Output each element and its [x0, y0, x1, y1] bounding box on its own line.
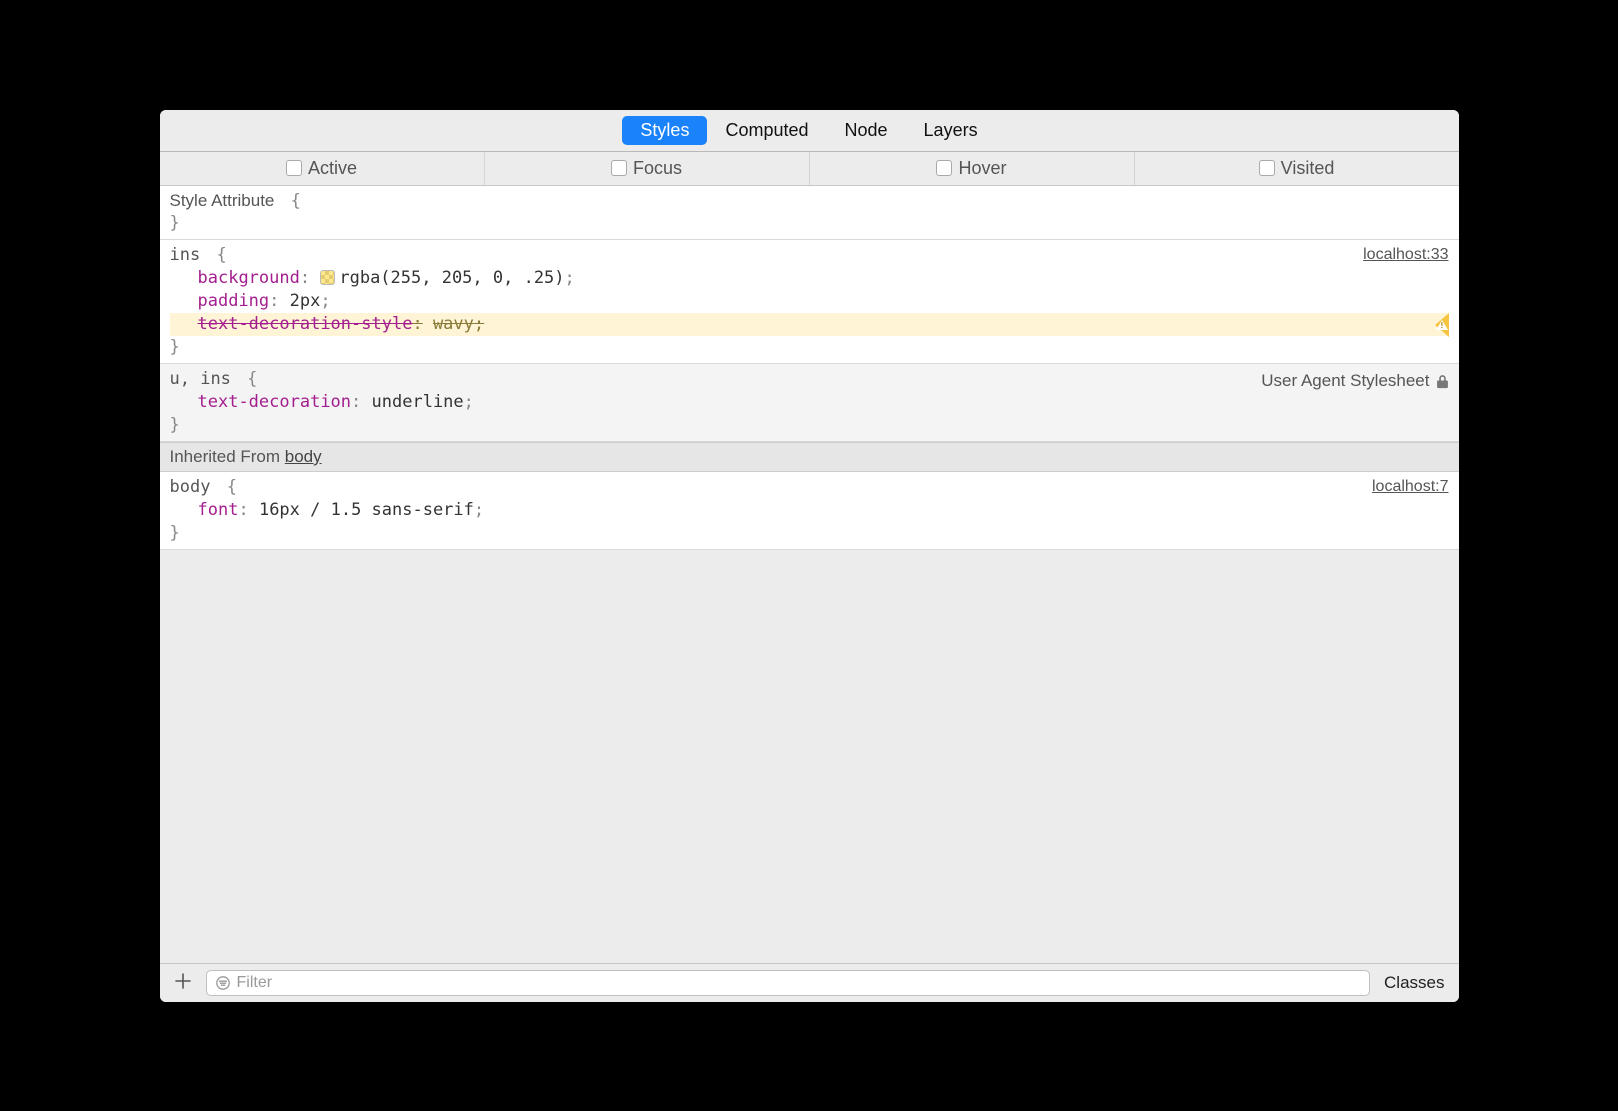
tab-node[interactable]: Node — [827, 116, 906, 145]
semi: ; — [565, 268, 575, 288]
decl-padding[interactable]: padding: 2px; — [170, 290, 1449, 313]
colon: : — [269, 291, 279, 311]
pseudo-class-bar: Active Focus Hover Visited — [160, 152, 1459, 186]
decl-background[interactable]: background: rgba(255, 205, 0, .25); — [170, 267, 1449, 290]
semi: ; — [474, 500, 484, 520]
prop[interactable]: background — [198, 268, 300, 288]
pseudo-focus-label: Focus — [633, 158, 682, 179]
inherited-element-link[interactable]: body — [285, 447, 322, 466]
val[interactable]: rgba(255, 205, 0, .25) — [339, 268, 564, 288]
classes-button[interactable]: Classes — [1380, 971, 1448, 995]
filter-icon — [215, 975, 231, 991]
filter-field[interactable] — [206, 970, 1371, 996]
tab-layers[interactable]: Layers — [906, 116, 996, 145]
decl-text-decoration: text-decoration: underline; — [170, 391, 1449, 414]
open-brace: { — [291, 191, 301, 211]
user-agent-label: User Agent Stylesheet — [1261, 370, 1448, 393]
pseudo-visited-checkbox[interactable] — [1259, 160, 1275, 176]
warning-icon[interactable] — [1427, 313, 1449, 336]
rule-body[interactable]: localhost:7 body { font: 16px / 1.5 sans… — [160, 472, 1459, 550]
decl-text-decoration-style-invalid[interactable]: text-decoration-style: wavy; — [170, 313, 1449, 336]
colon: : — [238, 500, 248, 520]
colon: : — [300, 268, 310, 288]
rule-ins[interactable]: localhost:33 ins { background: rgba(255,… — [160, 240, 1459, 364]
semi: ; — [464, 392, 474, 412]
pseudo-active-checkbox[interactable] — [286, 160, 302, 176]
semi: ; — [320, 291, 330, 311]
rule-user-agent-u-ins[interactable]: User Agent Stylesheet u, ins { text-deco… — [160, 364, 1459, 442]
colon: : — [412, 314, 422, 334]
close-brace: } — [170, 523, 180, 543]
pseudo-visited-label: Visited — [1281, 158, 1335, 179]
bottom-bar: Classes — [160, 963, 1459, 1002]
style-attribute-header: Style Attribute — [170, 191, 275, 210]
val: underline — [372, 392, 464, 412]
open-brace: { — [227, 477, 237, 497]
open-brace: { — [216, 245, 226, 265]
selector-ins[interactable]: ins — [170, 245, 201, 265]
tabbar: Styles Computed Node Layers — [160, 110, 1459, 152]
pseudo-visited[interactable]: Visited — [1135, 152, 1459, 185]
rules-list: Style Attribute { } localhost:33 ins { b… — [160, 186, 1459, 963]
plus-icon — [174, 970, 192, 996]
colon: : — [351, 392, 361, 412]
prop[interactable]: text-decoration-style — [198, 314, 413, 334]
semi: ; — [474, 314, 484, 334]
close-brace: } — [170, 337, 180, 357]
new-rule-button[interactable] — [170, 970, 196, 996]
color-swatch-icon[interactable] — [320, 270, 335, 285]
close-brace: } — [170, 213, 180, 233]
ua-text: User Agent Stylesheet — [1261, 370, 1429, 393]
selector-u-ins: u, ins — [170, 369, 231, 389]
pseudo-hover[interactable]: Hover — [810, 152, 1135, 185]
val[interactable]: 16px / 1.5 sans-serif — [259, 500, 474, 520]
pseudo-focus-checkbox[interactable] — [611, 160, 627, 176]
inherited-from-header: Inherited From body — [160, 442, 1459, 472]
pseudo-active[interactable]: Active — [160, 152, 485, 185]
tab-computed[interactable]: Computed — [707, 116, 826, 145]
lock-icon — [1436, 374, 1449, 389]
pseudo-hover-label: Hover — [958, 158, 1006, 179]
inherited-label: Inherited From — [170, 447, 285, 466]
close-brace: } — [170, 415, 180, 435]
pseudo-focus[interactable]: Focus — [485, 152, 810, 185]
styles-panel: Styles Computed Node Layers Active Focus… — [160, 110, 1459, 1002]
source-link-ins[interactable]: localhost:33 — [1363, 244, 1448, 266]
prop[interactable]: font — [198, 500, 239, 520]
selector-body[interactable]: body — [170, 477, 211, 497]
tab-styles[interactable]: Styles — [622, 116, 707, 145]
source-link-body[interactable]: localhost:7 — [1372, 476, 1449, 498]
rule-style-attribute[interactable]: Style Attribute { } — [160, 186, 1459, 241]
pseudo-active-label: Active — [308, 158, 357, 179]
filter-input[interactable] — [237, 974, 1362, 992]
val[interactable]: 2px — [290, 291, 321, 311]
prop[interactable]: padding — [198, 291, 270, 311]
decl-font[interactable]: font: 16px / 1.5 sans-serif; — [170, 499, 1449, 522]
open-brace: { — [247, 369, 257, 389]
prop: text-decoration — [198, 392, 352, 412]
val[interactable]: wavy — [433, 314, 474, 334]
pseudo-hover-checkbox[interactable] — [936, 160, 952, 176]
